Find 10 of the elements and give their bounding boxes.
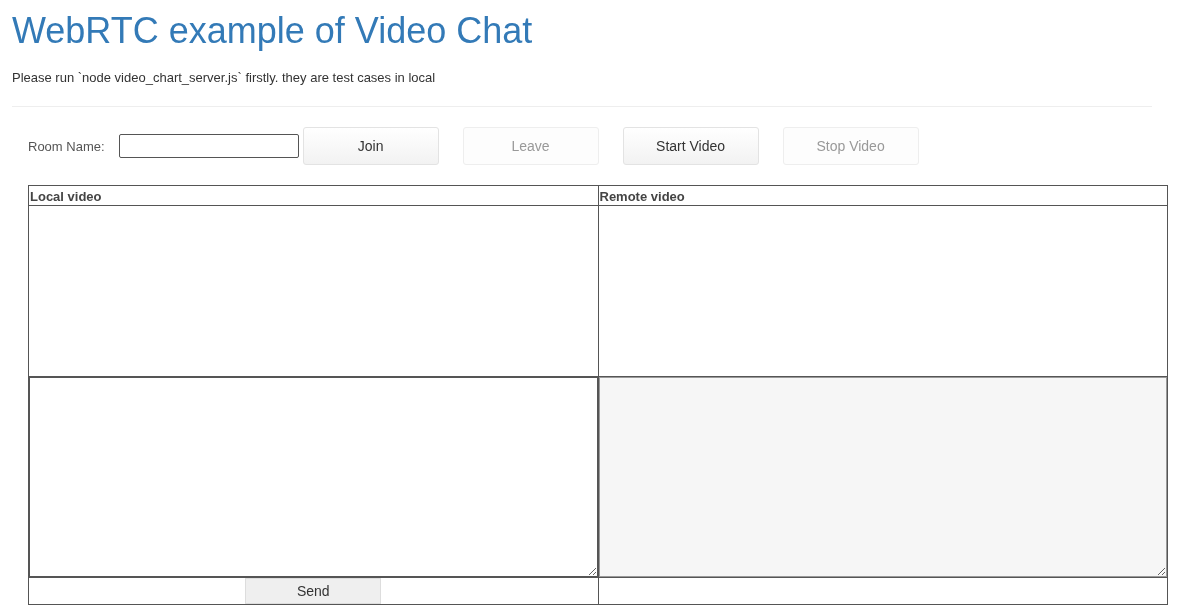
message-input[interactable] xyxy=(29,377,598,577)
instructions-text: Please run `node video_chart_server.js` firstly. they are test cases in local xyxy=(12,70,437,86)
action-button[interactable]: Start Video xyxy=(622,127,759,165)
column-header: Remote video xyxy=(599,189,685,204)
action-button[interactable]: Join xyxy=(302,127,439,165)
room-name-field[interactable] xyxy=(118,134,299,158)
room-name-label: Room Name: xyxy=(28,138,105,154)
page-title: WebRTC example of Video Chat xyxy=(12,9,534,52)
send-button[interactable]: Send xyxy=(245,578,382,604)
column-header: Local video xyxy=(30,189,102,204)
